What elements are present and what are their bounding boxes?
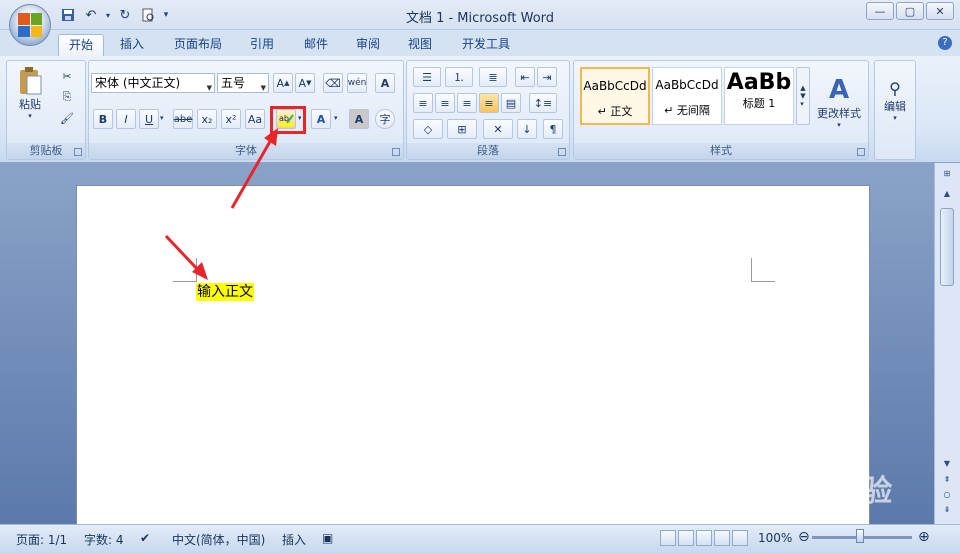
draft-view-icon[interactable] bbox=[732, 530, 748, 546]
full-screen-reading-view-icon[interactable] bbox=[678, 530, 694, 546]
annotation-arrow-line bbox=[230, 137, 274, 209]
annotation-arrowhead bbox=[264, 128, 278, 146]
watermark-logo: Baidu经验 bbox=[736, 474, 893, 509]
proofing-icon[interactable]: ✔ bbox=[140, 531, 150, 545]
word-count[interactable]: 字数: 4 bbox=[84, 531, 124, 548]
web-layout-view-icon[interactable] bbox=[696, 530, 712, 546]
macro-record-icon[interactable]: ▣ bbox=[322, 531, 333, 545]
zoom-out-icon[interactable]: ⊖ bbox=[798, 529, 810, 545]
outline-view-icon[interactable] bbox=[714, 530, 730, 546]
annotation-arrow-line bbox=[164, 234, 202, 274]
office-logo-icon bbox=[18, 13, 42, 37]
print-layout-view-icon[interactable] bbox=[660, 530, 676, 546]
insert-mode[interactable]: 插入 bbox=[282, 531, 306, 548]
page-count[interactable]: 页面: 1/1 bbox=[16, 531, 67, 548]
language-status[interactable]: 中文(简体，中国) bbox=[172, 531, 265, 548]
zoom-level[interactable]: 100% bbox=[758, 531, 792, 545]
status-bar: 页面: 1/1 字数: 4 ✔ 中文(简体，中国) 插入 ▣ 100% ⊖ ⊕ bbox=[0, 524, 960, 554]
office-button[interactable] bbox=[9, 4, 51, 46]
watermark-url: jingyan.baidu.com bbox=[738, 508, 858, 523]
zoom-slider-thumb[interactable] bbox=[856, 529, 864, 543]
zoom-in-icon[interactable]: ⊕ bbox=[918, 529, 930, 545]
